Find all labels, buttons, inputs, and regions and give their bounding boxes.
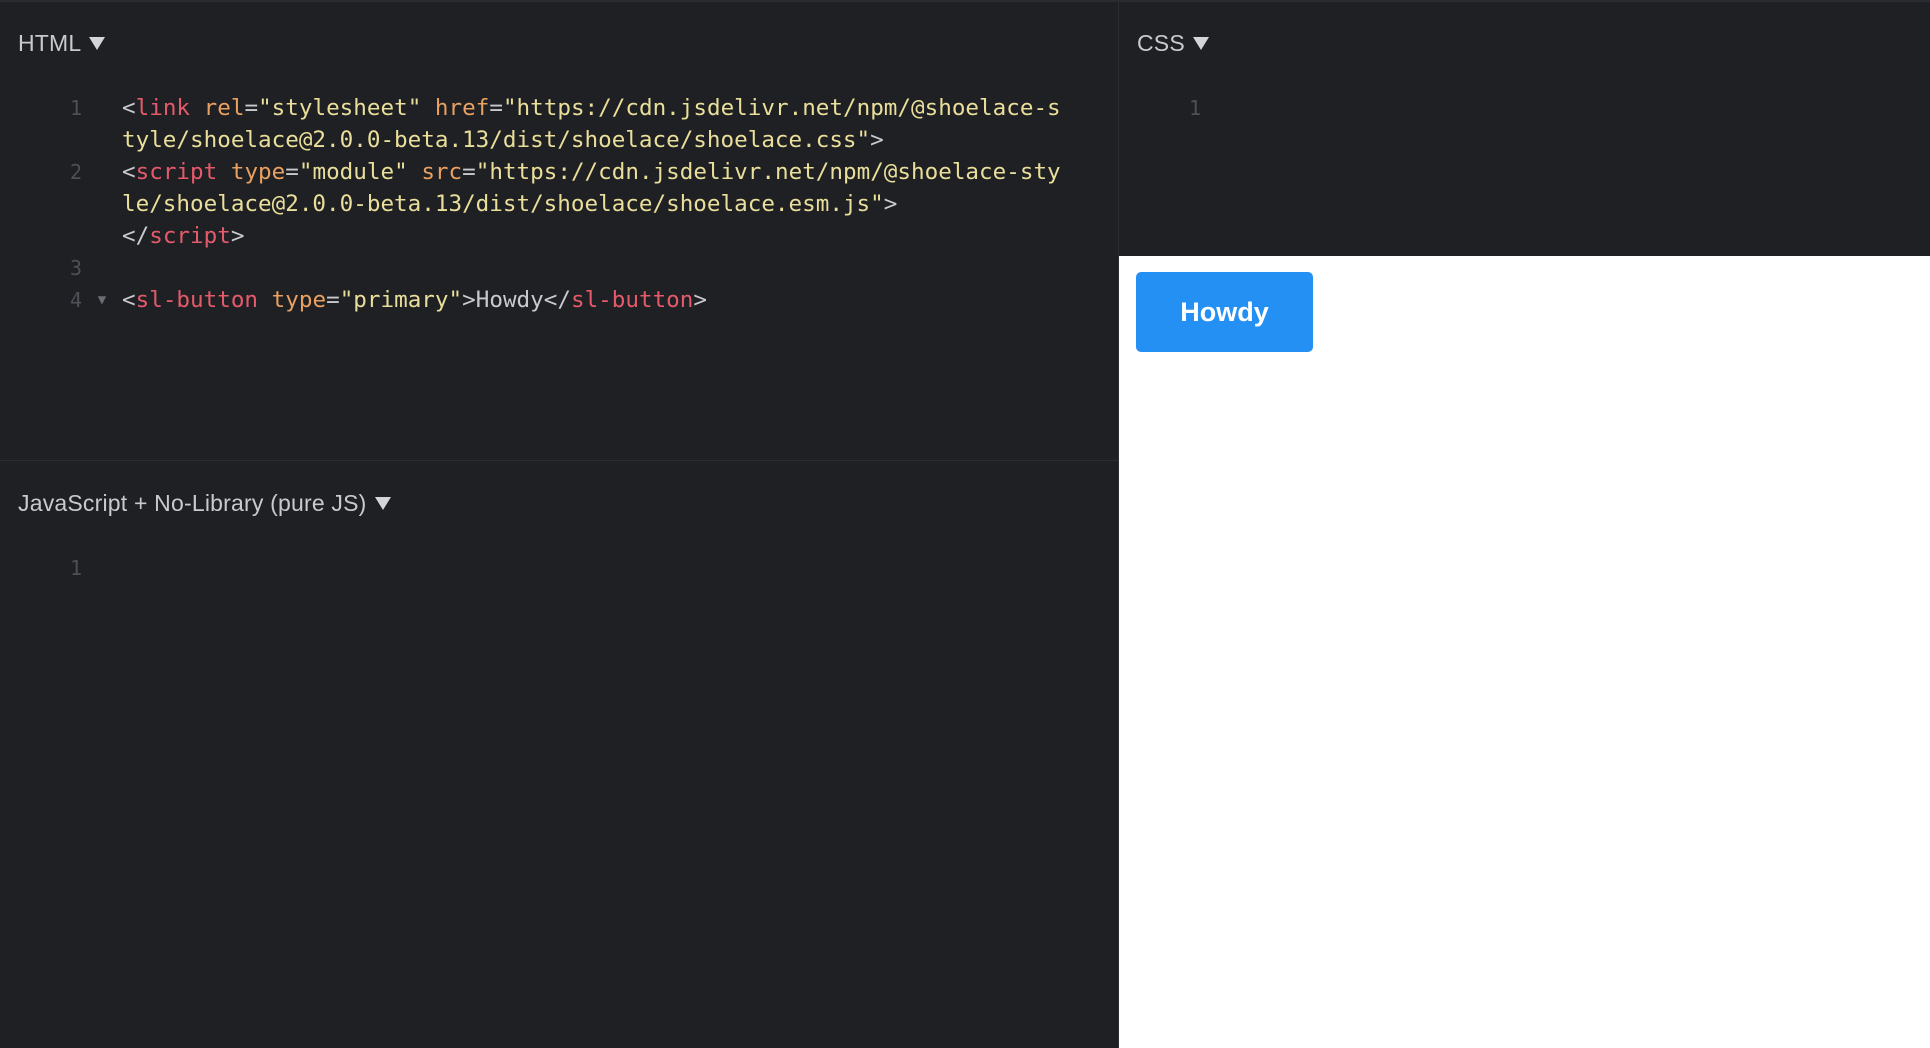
js-pane: JavaScript + No-Library (pure JS) 1​ bbox=[0, 462, 1118, 1048]
code-token: sl-button bbox=[135, 287, 259, 313]
css-pane: CSS 1​ bbox=[1119, 0, 1930, 256]
code-token: > bbox=[230, 223, 245, 249]
code-token: </ bbox=[543, 287, 571, 313]
css-pane-header[interactable]: CSS bbox=[1137, 30, 1209, 57]
code-token: </ bbox=[122, 223, 150, 249]
fold-arrow-icon[interactable]: ▼ bbox=[82, 284, 122, 316]
howdy-button[interactable]: Howdy bbox=[1136, 272, 1313, 352]
code-token: "stylesheet" bbox=[258, 95, 422, 121]
code-token: = bbox=[462, 159, 476, 185]
code-line[interactable]: 1​ bbox=[1119, 92, 1930, 124]
code-token: rel bbox=[203, 95, 245, 121]
fiddle-app: HTML 1 <link rel="stylesheet" href="https… bbox=[0, 0, 1930, 1048]
code-token: src bbox=[421, 159, 463, 185]
result-preview: Howdy bbox=[1119, 256, 1930, 1048]
line-number: 4 bbox=[69, 288, 82, 312]
code-line[interactable]: 4 ▼ <sl-button type="primary">Howdy</sl-bu… bbox=[0, 284, 1118, 316]
js-editor[interactable]: 1​ bbox=[0, 552, 1118, 584]
code-token: = bbox=[326, 287, 340, 313]
code-line[interactable]: 2 <script type="module" src="https://cdn.… bbox=[0, 156, 1118, 252]
code-token: < bbox=[122, 159, 136, 185]
code-token: Howdy bbox=[475, 287, 544, 313]
code-token: "primary" bbox=[339, 287, 463, 313]
code-text: ​ bbox=[122, 552, 1118, 584]
code-text: <sl-button type="primary">Howdy</sl-butt… bbox=[122, 284, 1118, 316]
code-token: type bbox=[230, 159, 286, 185]
js-pane-header[interactable]: JavaScript + No-Library (pure JS) bbox=[18, 490, 391, 517]
code-token: "module" bbox=[298, 159, 408, 185]
html-editor[interactable]: 1 <link rel="stylesheet" href="https://cd… bbox=[0, 92, 1118, 316]
code-token: = bbox=[285, 159, 299, 185]
js-pane-title: JavaScript + No-Library (pure JS) bbox=[18, 490, 367, 516]
code-text: <link rel="stylesheet" href="https://cdn… bbox=[122, 92, 1118, 156]
css-editor[interactable]: 1​ bbox=[1119, 92, 1930, 124]
code-line[interactable]: 3​ bbox=[0, 252, 1118, 284]
html-pane: HTML 1 <link rel="stylesheet" href="https… bbox=[0, 0, 1118, 461]
code-text: <script type="module" src="https://cdn.j… bbox=[122, 156, 1118, 252]
code-token: href bbox=[434, 95, 490, 121]
code-line[interactable]: 1​ bbox=[0, 552, 1118, 584]
code-token: type bbox=[271, 287, 327, 313]
caret-down-icon[interactable] bbox=[374, 497, 391, 510]
line-number: 3 bbox=[69, 256, 82, 280]
line-number: 2 bbox=[69, 160, 82, 184]
css-pane-title: CSS bbox=[1137, 30, 1185, 56]
code-token: link bbox=[135, 95, 191, 121]
code-token: < bbox=[122, 95, 136, 121]
code-token: > bbox=[870, 127, 884, 153]
code-text: ​ bbox=[122, 252, 1118, 284]
html-pane-title: HTML bbox=[18, 30, 82, 56]
line-number: 1 bbox=[69, 96, 82, 120]
code-token: sl-button bbox=[570, 287, 694, 313]
code-token: > bbox=[693, 287, 708, 313]
code-token: = bbox=[489, 95, 503, 121]
code-token: < bbox=[122, 287, 136, 313]
code-token: script bbox=[149, 223, 231, 249]
html-pane-header[interactable]: HTML bbox=[18, 30, 106, 57]
caret-down-icon[interactable] bbox=[89, 37, 106, 50]
code-token: script bbox=[135, 159, 218, 185]
code-line[interactable]: 1 <link rel="stylesheet" href="https://cd… bbox=[0, 92, 1118, 156]
code-token: = bbox=[244, 95, 259, 121]
code-text: ​ bbox=[1241, 92, 1930, 124]
code-token: > bbox=[462, 287, 476, 313]
line-number: 1 bbox=[69, 556, 82, 580]
caret-down-icon[interactable] bbox=[1192, 37, 1209, 50]
line-number: 1 bbox=[1188, 96, 1201, 120]
code-token: > bbox=[883, 191, 898, 217]
